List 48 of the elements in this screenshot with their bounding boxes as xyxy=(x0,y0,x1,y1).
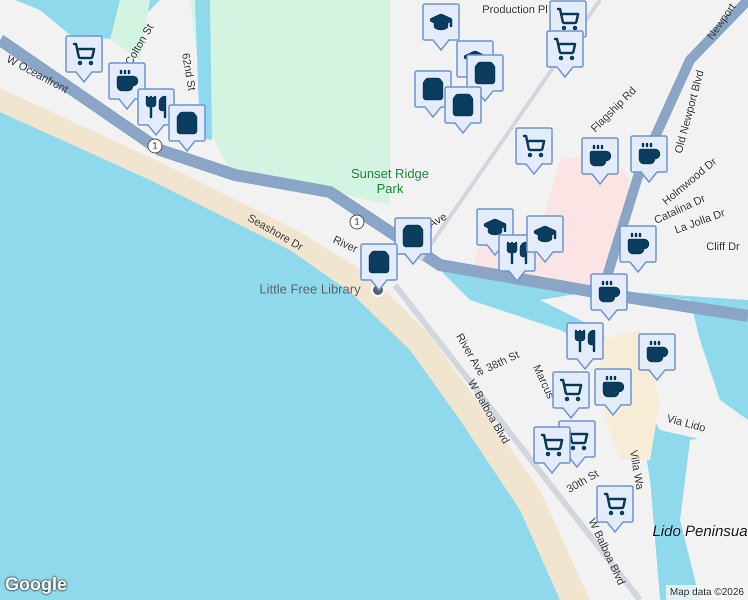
map-marker[interactable] xyxy=(168,104,206,152)
street-label: Production Pl xyxy=(482,2,548,18)
coffee-cup-icon xyxy=(597,280,621,304)
route-shield: 1 xyxy=(350,214,364,230)
map-marker[interactable] xyxy=(444,86,482,134)
street-label: Via Lido xyxy=(664,412,708,437)
street-label: 62nd St xyxy=(178,52,198,92)
street-label: W Balboa Blvd xyxy=(584,516,628,588)
coffee-cup-icon xyxy=(637,142,661,166)
coffee-cup-icon xyxy=(645,340,669,364)
route-shield: 1 xyxy=(148,138,162,154)
fork-knife-icon xyxy=(144,95,168,119)
map-marker[interactable] xyxy=(526,215,564,263)
shopping-cart-icon xyxy=(603,492,627,516)
street-label: 30th St xyxy=(564,466,602,498)
map-marker[interactable] xyxy=(533,426,571,474)
park-label: Sunset Ridge Park xyxy=(350,166,430,196)
shopping-cart-icon xyxy=(72,42,96,66)
coffee-cup-icon xyxy=(601,375,625,399)
shopping-cart-icon xyxy=(559,378,583,402)
street-label: 38th St xyxy=(484,348,522,377)
map-marker[interactable] xyxy=(394,217,432,265)
street-label: Old Newport Blvd xyxy=(672,68,708,156)
map-marker[interactable] xyxy=(594,368,632,416)
shopping-cart-icon xyxy=(522,134,546,158)
street-label: Cliff Dr xyxy=(706,240,740,255)
map-marker[interactable] xyxy=(422,3,460,51)
coffee-cup-icon xyxy=(115,69,139,93)
map-marker[interactable] xyxy=(566,322,604,370)
street-label: River xyxy=(330,232,360,258)
coffee-cup-icon xyxy=(588,144,612,168)
coffee-cup-icon xyxy=(626,232,650,256)
shopping-cart-icon xyxy=(553,37,577,61)
map-marker[interactable] xyxy=(360,243,398,291)
map-marker[interactable] xyxy=(638,333,676,381)
map-marker[interactable] xyxy=(590,273,628,321)
shopping-cart-icon xyxy=(540,433,564,457)
street-label: Villa Wa xyxy=(626,449,647,491)
map-logo[interactable]: Google xyxy=(5,571,67,598)
map-marker[interactable] xyxy=(515,127,553,175)
map-marker[interactable] xyxy=(581,137,619,185)
shopping-cart-icon xyxy=(556,7,580,31)
map-marker[interactable] xyxy=(546,30,584,78)
fork-knife-icon xyxy=(505,241,529,265)
area-label: Lido Peninsua xyxy=(652,522,748,542)
fork-knife-icon xyxy=(573,329,597,353)
map-marker[interactable] xyxy=(552,371,590,419)
map-marker[interactable] xyxy=(619,225,657,273)
